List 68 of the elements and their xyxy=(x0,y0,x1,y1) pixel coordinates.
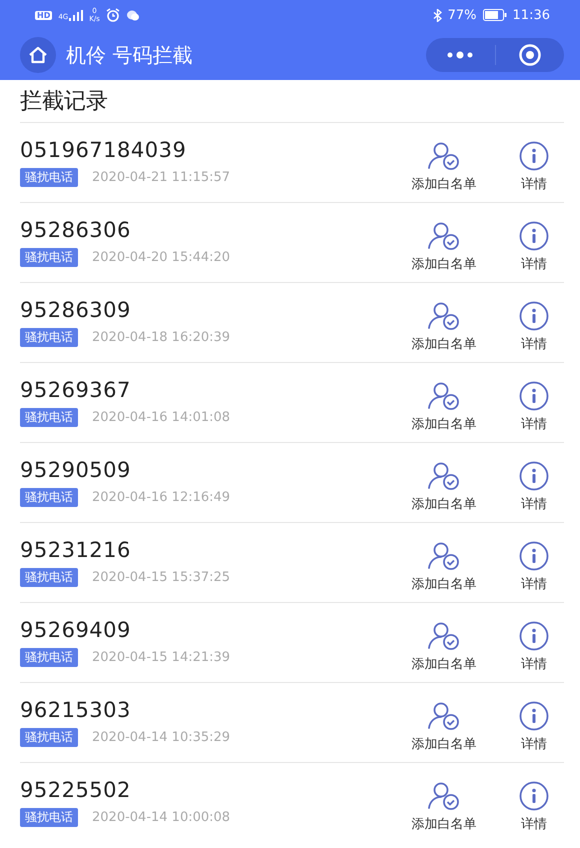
details-button[interactable]: 详情 xyxy=(504,780,564,832)
hd-badge: HD xyxy=(35,10,52,20)
spam-tag: 骚扰电话 xyxy=(20,728,78,747)
spam-tag: 骚扰电话 xyxy=(20,168,78,187)
info-icon xyxy=(518,380,550,410)
battery-icon xyxy=(482,9,507,21)
phone-number: 95269367 xyxy=(20,378,132,402)
call-time: 2020-04-16 12:16:49 xyxy=(92,490,230,505)
add-whitelist-button[interactable]: 添加白名单 xyxy=(396,620,492,672)
info-icon xyxy=(518,300,550,330)
add-whitelist-button[interactable]: 添加白名单 xyxy=(396,780,492,832)
info-icon xyxy=(518,700,550,730)
chat-icon xyxy=(126,8,140,22)
info-icon xyxy=(518,780,550,810)
phone-number: 95286309 xyxy=(20,298,132,322)
phone-number: 95269409 xyxy=(20,618,132,642)
add-whitelist-button[interactable]: 添加白名单 xyxy=(396,540,492,592)
call-time: 2020-04-18 16:20:39 xyxy=(92,330,230,345)
details-button[interactable]: 详情 xyxy=(504,540,564,592)
call-time: 2020-04-16 14:01:08 xyxy=(92,410,230,425)
spam-tag: 骚扰电话 xyxy=(20,408,78,427)
phone-number: 95225502 xyxy=(20,778,132,802)
add-whitelist-button[interactable]: 添加白名单 xyxy=(396,220,492,272)
phone-number: 96215303 xyxy=(20,698,132,722)
spam-tag: 骚扰电话 xyxy=(20,568,78,587)
spam-tag: 骚扰电话 xyxy=(20,328,78,347)
bluetooth-icon xyxy=(432,8,442,22)
info-icon xyxy=(518,140,550,170)
add-whitelist-button[interactable]: 添加白名单 xyxy=(396,460,492,512)
details-button[interactable]: 详情 xyxy=(504,140,564,192)
details-button[interactable]: 详情 xyxy=(504,620,564,672)
section-title: 拦截记录 xyxy=(19,88,109,116)
details-button[interactable]: 详情 xyxy=(504,380,564,432)
call-time: 2020-04-15 15:37:25 xyxy=(92,570,230,585)
details-button[interactable]: 详情 xyxy=(504,700,564,752)
phone-number: 95231216 xyxy=(20,538,132,562)
clock: 11:36 xyxy=(512,8,550,22)
info-icon xyxy=(518,620,550,650)
details-button[interactable]: 详情 xyxy=(504,460,564,512)
call-time: 2020-04-14 10:00:08 xyxy=(92,810,230,825)
spam-tag: 骚扰电话 xyxy=(20,248,78,267)
call-time: 2020-04-20 15:44:20 xyxy=(92,250,230,265)
call-time: 2020-04-21 11:15:57 xyxy=(92,170,230,185)
phone-number: 95286306 xyxy=(20,218,132,242)
details-button[interactable]: 详情 xyxy=(504,300,564,352)
home-icon xyxy=(28,46,48,64)
phone-number: 051967184039 xyxy=(20,138,188,162)
info-icon xyxy=(518,220,550,250)
phone-number: 95290509 xyxy=(20,458,132,482)
add-whitelist-button[interactable]: 添加白名单 xyxy=(396,380,492,432)
target-icon xyxy=(518,43,542,67)
add-whitelist-button[interactable]: 添加白名单 xyxy=(396,300,492,352)
spam-tag: 骚扰电话 xyxy=(20,488,78,507)
call-time: 2020-04-14 10:35:29 xyxy=(92,730,230,745)
details-button[interactable]: 详情 xyxy=(504,220,564,272)
alarm-icon xyxy=(106,8,120,22)
more-icon xyxy=(446,51,474,59)
battery-percent: 77% xyxy=(448,8,477,22)
info-icon xyxy=(518,540,550,570)
spam-tag: 骚扰电话 xyxy=(20,808,78,827)
add-whitelist-button[interactable]: 添加白名单 xyxy=(396,700,492,752)
app-title: 机伶 号码拦截 xyxy=(66,42,194,68)
call-time: 2020-04-15 14:21:39 xyxy=(92,650,230,665)
spam-tag: 骚扰电话 xyxy=(20,648,78,667)
signal-icon xyxy=(69,10,84,20)
add-whitelist-button[interactable]: 添加白名单 xyxy=(396,140,492,192)
info-icon xyxy=(518,460,550,490)
home-button[interactable] xyxy=(20,37,56,73)
